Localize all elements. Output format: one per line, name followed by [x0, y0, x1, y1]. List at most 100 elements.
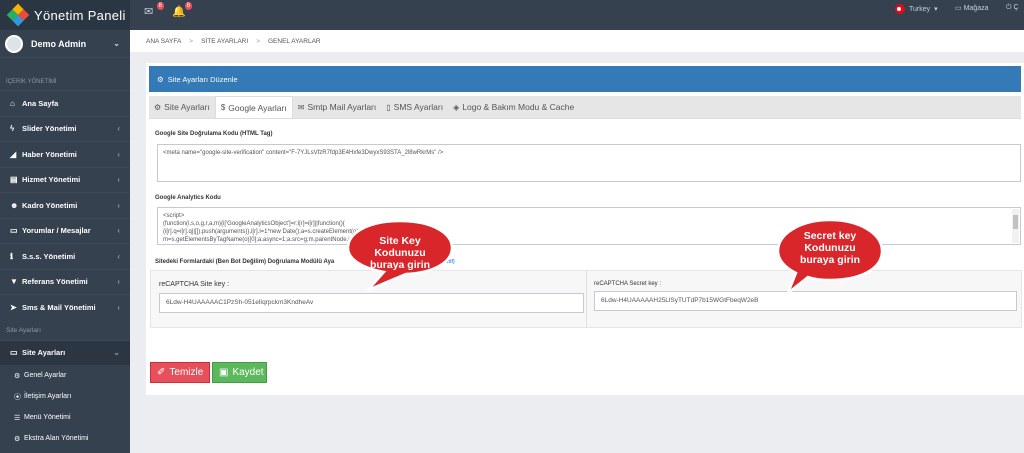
panel-title: Site Ayarları Düzenle [167, 74, 238, 84]
save-label: Kaydet [232, 367, 264, 378]
scrollbar[interactable] [1012, 209, 1019, 243]
cogs-icon: ⚙ [14, 435, 21, 443]
breadcrumb-home[interactable]: ANA SAYFA [146, 38, 181, 45]
sidebar-item-label: S.s.s. Yönetimi [22, 251, 76, 261]
menu-icon: ☰ [14, 414, 21, 422]
notifications-button[interactable]: 🔔 8 [172, 2, 192, 19]
top-bar: Yönetim Paneli ✉ 8 🔔 8 Turkey ▾ ▭ Mağaza… [0, 0, 1024, 30]
sidebar-item-label: Ana Sayfa [22, 98, 59, 108]
brand[interactable]: Yönetim Paneli [0, 0, 130, 30]
language-dropdown[interactable]: Turkey ▾ [895, 4, 938, 14]
clear-button[interactable]: ✐ Temizle [150, 362, 210, 383]
logo-icon [6, 3, 30, 27]
language-label: Turkey [909, 5, 931, 13]
floppy-icon: ▣ [219, 367, 229, 378]
chevron-down-icon: ⌄ [113, 39, 120, 48]
cube-icon: ◈ [453, 102, 460, 112]
site-key-callout: Site Key Kodunuzu buraya girin [344, 218, 456, 294]
site-key-input[interactable]: 6Ldw-H4UAAAAAC1PzSh-051elIqrpckm3KndheAv [159, 293, 584, 313]
breadcrumb-separator: > [256, 37, 260, 45]
sidebar-subitem[interactable]: ⦿ İletişim Ayarları [0, 386, 130, 407]
sidebar-item-label: Hizmet Yönetimi [22, 175, 81, 185]
breadcrumb-general-settings: GENEL AYARLAR [267, 37, 321, 45]
sidebar-item-referans-y-netimi[interactable]: ▼ Referans Yönetimi ‹ [0, 268, 130, 295]
sidebar-item-s-s-s-y-netimi[interactable]: ℹ S.s.s. Yönetimi ‹ [0, 243, 130, 269]
sidebar-item-kadro-y-netimi[interactable]: ☻ Kadro Yönetimi ‹ [0, 192, 130, 218]
sidebar-subitem-label: Genel Ayarlar [24, 372, 67, 379]
tab-google-settings[interactable]: $ Google Ayarları [214, 96, 293, 118]
envelope-icon: ✉ [144, 6, 154, 18]
clear-label: Temizle [169, 367, 204, 378]
logout-label: Ç [1013, 4, 1019, 11]
divider [586, 271, 587, 327]
chevron-left-icon: ‹ [117, 149, 120, 159]
save-button[interactable]: ▣ Kaydet [212, 362, 267, 383]
logout-link[interactable]: ⏻ Ç [1006, 4, 1019, 12]
chevron-left-icon: ‹ [117, 175, 120, 185]
sidebar-item-label: Sms & Mail Yönetimi [22, 302, 96, 312]
sidebar-subitem[interactable]: ☰ Menü Yönetimi [0, 407, 130, 428]
analytics-label: Google Analytics Kodu [155, 195, 221, 201]
tab-smtp-settings[interactable]: ✉ Smtp Mail Ayarları [293, 96, 382, 118]
sidebar-subitem-label: Ekstra Alan Yönetimi [24, 435, 89, 442]
sidebar-subitem[interactable]: ⚙ Genel Ayarlar [0, 365, 130, 386]
sidebar-item-haber-y-netimi[interactable]: ◢ Haber Yönetimi ‹ [0, 141, 130, 167]
sidebar-item-sms-mail-y-netimi[interactable]: ➤ Sms & Mail Yönetimi ‹ [0, 294, 130, 320]
analytics-line: (function(i,s,o,g,r,a,m){i['GoogleAnalyt… [163, 221, 345, 227]
tab-label: Smtp Mail Ayarları [307, 102, 377, 112]
sidebar-item-label: Kadro Yönetimi [22, 200, 78, 210]
inbox-icon: ▭ [10, 226, 18, 236]
site-key-callout-text: Site Key Kodunuzu buraya girin [369, 235, 431, 271]
info-icon: ℹ [10, 251, 14, 261]
sidebar-item-label: Yorumlar / Mesajlar [22, 226, 91, 236]
sidebar-item-ana-sayfa[interactable]: ⌂ Ana Sayfa [0, 90, 130, 116]
tab-sms-settings[interactable]: ▯ SMS Ayarları [381, 96, 448, 118]
send-icon: ➤ [10, 302, 17, 312]
mobile-icon: ▯ [386, 102, 391, 112]
briefcase-icon: ▤ [10, 175, 18, 185]
sidebar-item-yorumlar-mesajlar[interactable]: ▭ Yorumlar / Mesajlar ‹ [0, 217, 130, 244]
secret-key-label: reCAPTCHA Secret key : [594, 281, 662, 287]
store-label: Mağaza [963, 5, 989, 12]
chevron-left-icon: ‹ [117, 124, 120, 134]
chevron-left-icon: ‹ [117, 226, 120, 236]
verification-textarea[interactable]: <meta name="google-site-verification" co… [157, 144, 1021, 182]
logout-icon: ⏻ [1006, 4, 1012, 11]
mail-button[interactable]: ✉ 8 [144, 2, 164, 19]
sidebar-item-slider-y-netimi[interactable]: ϟ Slider Yönetimi ‹ [0, 115, 130, 142]
user-name: Demo Admin [31, 38, 87, 49]
dollar-icon: $ [220, 103, 226, 112]
sidebar-heading-settings: Site Ayarları [6, 326, 41, 334]
secret-key-callout: Secret key Kodunuzu buraya girin [774, 217, 886, 297]
sidebar-subitem[interactable]: ⚙ Ekstra Alan Yönetimi [0, 428, 130, 449]
site-key-value: 6Ldw-H4UAAAAAC1PzSh-051elIqrpckm3KndheAv [166, 299, 314, 306]
avatar [5, 34, 23, 53]
tab-site-settings[interactable]: ⚙ Site Ayarları [149, 96, 215, 118]
chevron-left-icon: ‹ [117, 200, 120, 210]
breadcrumb: ANA SAYFA > SİTE AYARLARI > GENEL AYARLA… [130, 30, 1024, 52]
chevron-down-icon: ⌄ [113, 348, 120, 358]
eraser-icon: ✐ [157, 367, 166, 378]
map-marker-icon: ⦿ [14, 393, 21, 401]
tab-label: SMS Ayarları [393, 102, 444, 112]
turkey-flag-icon [895, 4, 905, 14]
tab-bar: ⚙ Site Ayarları $ Google Ayarları ✉ Smtp Ma… [149, 96, 1021, 119]
breadcrumb-separator: > [189, 37, 194, 45]
tab-logo-maintenance-cache[interactable]: ◈ Logo & Bakım Modu & Cache [448, 96, 579, 118]
app-title: Yönetim Paneli [34, 7, 126, 23]
analytics-line: m=s.getElementsByTagName(o)[0];a.async=1… [163, 237, 395, 243]
analytics-line: (i[r].q=i[r].q||[]).push(arguments)},i[r… [163, 229, 361, 235]
recaptcha-box: reCAPTCHA Site key : 6Ldw-H4UAAAAAC1PzSh… [150, 270, 1022, 328]
cogs-icon: ⚙ [157, 74, 164, 84]
sidebar-item-hizmet-y-netimi[interactable]: ▤ Hizmet Yönetimi ‹ [0, 166, 130, 193]
analytics-textarea[interactable]: <script> (function(i,s,o,g,r,a,m){i['Goo… [157, 207, 1021, 245]
sidebar-item-site-settings[interactable]: ▭ Site Ayarları ⌄ [0, 339, 130, 365]
cog-icon: ⚙ [154, 102, 162, 112]
bullhorn-icon: ◢ [10, 149, 17, 159]
user-menu[interactable]: Demo Admin ⌄ [0, 30, 130, 58]
store-link[interactable]: ▭ Mağaza [955, 4, 988, 12]
chevron-down-icon: ▾ [934, 6, 938, 13]
scrollbar-thumb[interactable] [1013, 215, 1018, 229]
tab-label: Google Ayarları [228, 102, 287, 113]
breadcrumb-site-settings[interactable]: SİTE AYARLARI [201, 38, 248, 45]
